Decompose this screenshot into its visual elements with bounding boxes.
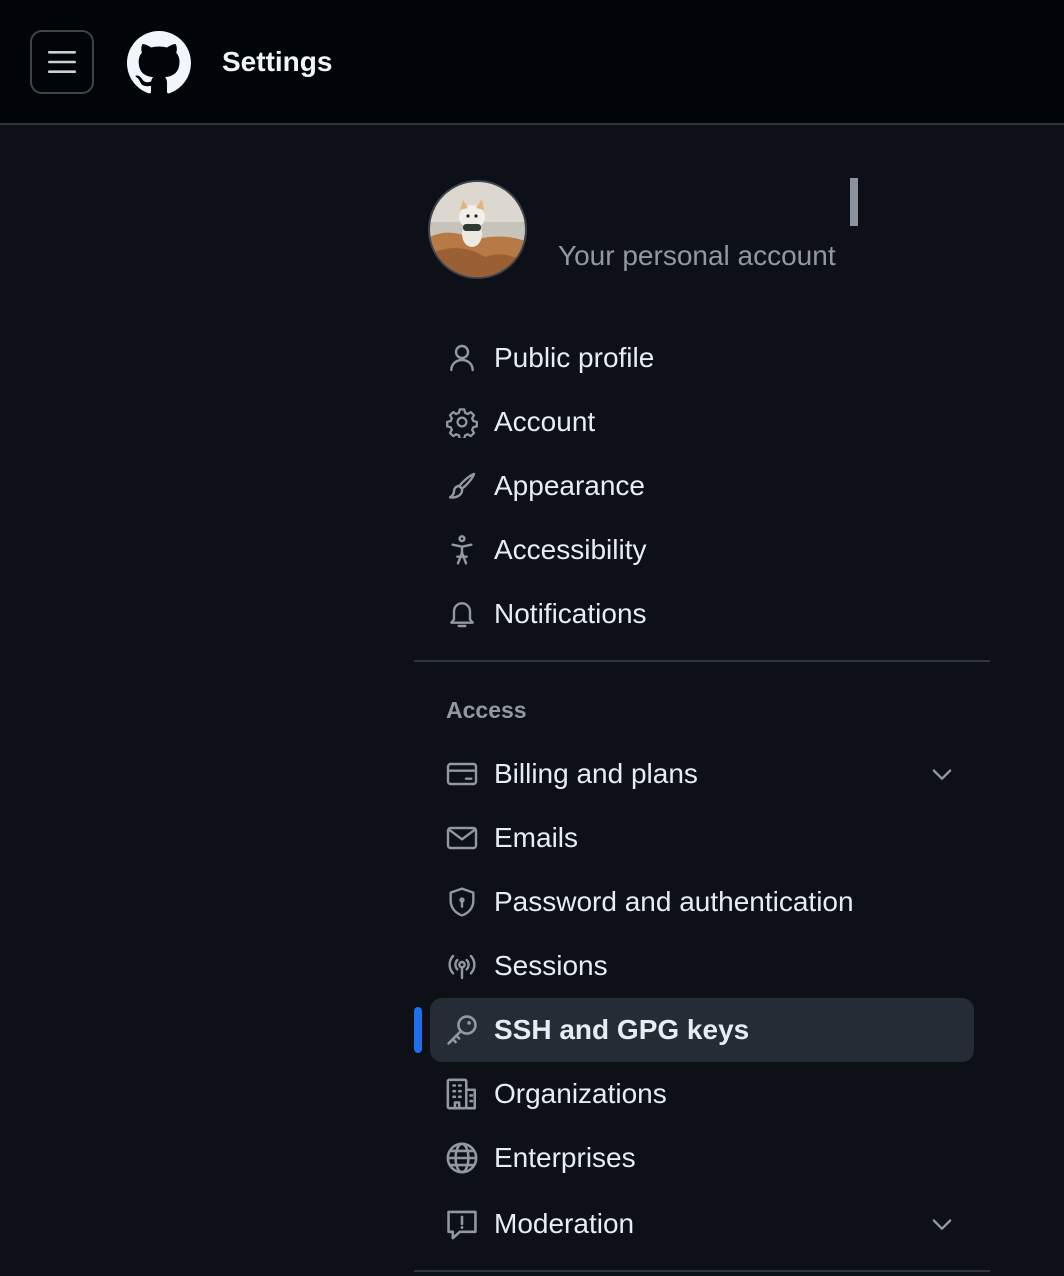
nav-ssh-gpg-keys[interactable]: SSH and GPG keys bbox=[430, 998, 974, 1062]
account-subtitle: Your personal account bbox=[558, 240, 836, 271]
nav-password-authentication[interactable]: Password and authentication bbox=[430, 870, 974, 934]
nav-label: Sessions bbox=[494, 950, 608, 981]
section-heading-access: Access bbox=[446, 697, 527, 723]
nav-emails[interactable]: Emails bbox=[430, 806, 974, 870]
nav-label: Notifications bbox=[494, 598, 647, 629]
nav-accessibility[interactable]: Accessibility bbox=[430, 518, 974, 582]
organization-icon bbox=[444, 1076, 480, 1112]
nav-appearance[interactable]: Appearance bbox=[430, 454, 974, 518]
nav-notifications[interactable]: Notifications bbox=[430, 582, 974, 646]
nav-account[interactable]: Account bbox=[430, 390, 974, 454]
nav-label: Accessibility bbox=[494, 534, 647, 565]
section-divider bbox=[414, 660, 990, 662]
text-cursor bbox=[850, 178, 858, 226]
nav-label: Account bbox=[494, 406, 596, 437]
mail-icon bbox=[444, 820, 480, 856]
github-logo-icon[interactable] bbox=[127, 31, 191, 95]
nav-billing[interactable]: Billing and plans bbox=[430, 742, 974, 806]
nav-moderation[interactable]: Moderation bbox=[430, 1192, 974, 1256]
hamburger-icon bbox=[48, 51, 76, 73]
accessibility-icon bbox=[444, 532, 480, 568]
nav-enterprises[interactable]: Enterprises bbox=[430, 1126, 974, 1190]
person-icon bbox=[444, 340, 480, 376]
page-title: Settings bbox=[222, 46, 333, 77]
nav-label: Emails bbox=[494, 822, 579, 853]
paintbrush-icon bbox=[444, 468, 480, 504]
bell-icon bbox=[444, 596, 480, 632]
key-icon bbox=[444, 1012, 480, 1048]
section-divider bbox=[414, 1270, 990, 1272]
nav-label: SSH and GPG keys bbox=[494, 1014, 750, 1045]
globe-icon bbox=[444, 1140, 480, 1176]
nav-label: Organizations bbox=[494, 1078, 667, 1109]
nav-label: Public profile bbox=[494, 342, 655, 373]
nav-label: Appearance bbox=[494, 470, 646, 501]
chevron-down-icon[interactable] bbox=[928, 1210, 956, 1238]
nav-label: Password and authentication bbox=[494, 886, 854, 917]
top-header: Settings bbox=[0, 0, 1064, 125]
chevron-down-icon[interactable] bbox=[928, 760, 956, 788]
nav-public-profile[interactable]: Public profile bbox=[430, 326, 974, 390]
nav-label: Moderation bbox=[494, 1208, 635, 1239]
credit-card-icon bbox=[444, 756, 480, 792]
menu-button[interactable] bbox=[30, 30, 94, 94]
nav-label: Enterprises bbox=[494, 1142, 636, 1173]
avatar[interactable] bbox=[428, 180, 527, 279]
nav-label: Billing and plans bbox=[494, 758, 698, 789]
nav-sessions[interactable]: Sessions bbox=[430, 934, 974, 998]
report-icon bbox=[444, 1206, 480, 1242]
active-indicator bbox=[414, 1007, 422, 1053]
shield-lock-icon bbox=[444, 884, 480, 920]
broadcast-icon bbox=[444, 948, 480, 984]
nav-organizations[interactable]: Organizations bbox=[430, 1062, 974, 1126]
gear-icon bbox=[444, 404, 480, 440]
